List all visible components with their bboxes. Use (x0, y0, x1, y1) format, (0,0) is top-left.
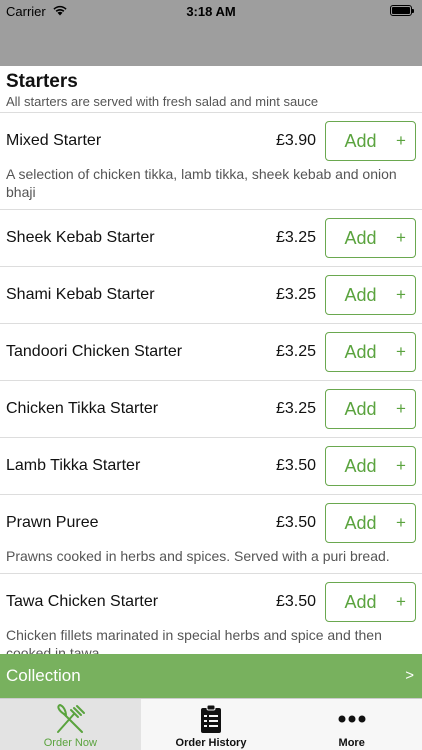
add-label: Add (344, 130, 377, 151)
item-name: Prawn Puree (6, 514, 99, 531)
tab-label: Order Now (43, 737, 97, 749)
add-label: Add (344, 398, 377, 419)
tab-bar: Order Now Order History More (0, 698, 422, 750)
add-label: Add (344, 341, 377, 362)
tab-order-now[interactable]: Order Now (0, 699, 141, 750)
section-subtitle: All starters are served with fresh salad… (6, 94, 319, 109)
plus-icon: + (396, 131, 406, 150)
menu-item: Chicken Tikka Starter £3.25 Add + (0, 380, 422, 437)
navigation-bar (0, 22, 422, 66)
add-label: Add (344, 455, 377, 476)
tab-more[interactable]: More (281, 699, 422, 750)
item-price: £3.25 (275, 286, 316, 303)
add-button[interactable]: Add + (325, 218, 416, 258)
clipboard-icon (201, 704, 221, 733)
item-description: Chicken fillets marinated in special her… (6, 627, 382, 654)
tab-label: More (338, 737, 365, 749)
item-price: £3.50 (275, 593, 316, 610)
item-price: £3.25 (275, 400, 316, 417)
item-price: £3.25 (275, 343, 316, 360)
add-label: Add (344, 591, 377, 612)
menu-list[interactable]: Starters All starters are served with fr… (0, 66, 422, 654)
plus-icon: + (396, 592, 406, 611)
item-price: £3.25 (275, 229, 316, 246)
add-button[interactable]: Add + (325, 503, 416, 543)
item-name: Tandoori Chicken Starter (6, 343, 183, 360)
section-title: Starters (6, 71, 78, 92)
item-name: Mixed Starter (6, 132, 102, 149)
menu-item: Prawn Puree £3.50 Add + Prawns cooked in… (0, 494, 422, 573)
item-name: Lamb Tikka Starter (6, 457, 141, 474)
tab-order-history[interactable]: Order History (141, 699, 282, 750)
item-description: A selection of chicken tikka, lamb tikka… (6, 166, 397, 200)
item-price: £3.50 (275, 457, 316, 474)
chevron-right-icon: > (405, 667, 414, 684)
collection-label: Collection (6, 666, 81, 685)
plus-icon: + (396, 228, 406, 247)
more-dots-icon (338, 715, 366, 723)
menu-item: Shami Kebab Starter £3.25 Add + (0, 266, 422, 323)
add-label: Add (344, 227, 377, 248)
status-bar: Carrier 3:18 AM (0, 0, 422, 22)
item-price: £3.90 (275, 132, 316, 149)
add-label: Add (344, 512, 377, 533)
clock: 3:18 AM (186, 4, 236, 19)
battery-icon (390, 5, 414, 16)
section-header: Starters All starters are served with fr… (0, 66, 422, 112)
add-button[interactable]: Add + (325, 121, 416, 161)
item-price: £3.50 (275, 514, 316, 531)
add-button[interactable]: Add + (325, 446, 416, 486)
collection-button[interactable]: Collection > (0, 654, 422, 698)
add-button[interactable]: Add + (325, 389, 416, 429)
plus-icon: + (396, 513, 406, 532)
menu-item: Tandoori Chicken Starter £3.25 Add + (0, 323, 422, 380)
menu-item: Lamb Tikka Starter £3.50 Add + (0, 437, 422, 494)
tab-label: Order History (175, 737, 247, 749)
item-name: Chicken Tikka Starter (6, 400, 159, 417)
menu-item: Mixed Starter £3.90 Add + A selection of… (0, 112, 422, 209)
plus-icon: + (396, 399, 406, 418)
add-button[interactable]: Add + (325, 332, 416, 372)
item-name: Shami Kebab Starter (6, 286, 155, 303)
add-label: Add (344, 284, 377, 305)
menu-item: Tawa Chicken Starter £3.50 Add + Chicken… (0, 573, 422, 654)
fork-knife-icon (57, 704, 86, 733)
add-button[interactable]: Add + (325, 275, 416, 315)
plus-icon: + (396, 342, 406, 361)
menu-item: Sheek Kebab Starter £3.25 Add + (0, 209, 422, 266)
add-button[interactable]: Add + (325, 582, 416, 622)
item-name: Tawa Chicken Starter (6, 593, 159, 610)
plus-icon: + (396, 456, 406, 475)
plus-icon: + (396, 285, 406, 304)
item-name: Sheek Kebab Starter (6, 229, 155, 246)
